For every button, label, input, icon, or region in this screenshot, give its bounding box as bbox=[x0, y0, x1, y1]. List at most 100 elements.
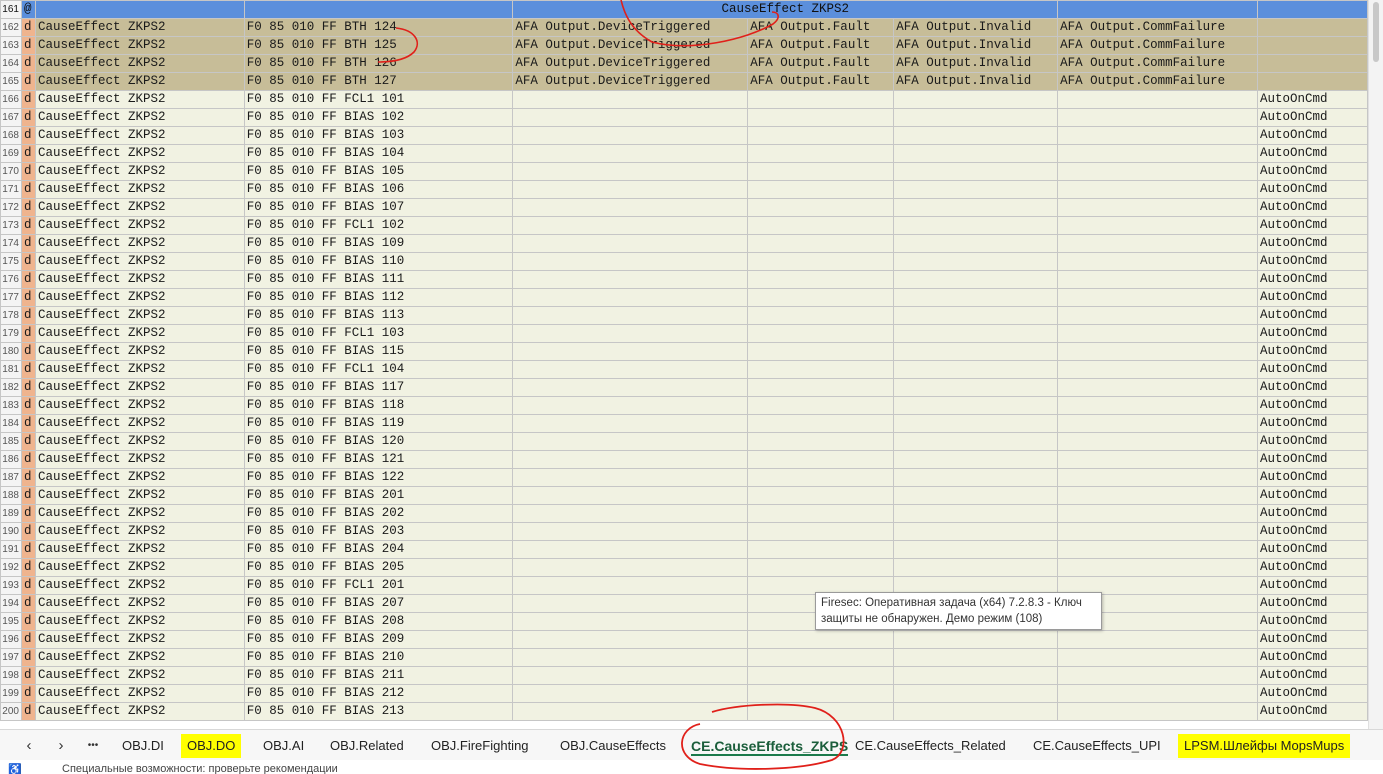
group-cell[interactable]: CauseEffect ZKPS2 bbox=[34, 648, 245, 667]
cell[interactable] bbox=[747, 126, 895, 145]
table-row[interactable]: 183 d CauseEffect ZKPS2 F0 85 010 FF BIAS 1… bbox=[0, 396, 1368, 415]
vertical-scrollbar[interactable] bbox=[1368, 0, 1383, 729]
cell[interactable] bbox=[1057, 108, 1259, 127]
flag-cell[interactable]: d bbox=[20, 432, 36, 451]
table-row[interactable]: 178 d CauseEffect ZKPS2 F0 85 010 FF BIAS 1… bbox=[0, 306, 1368, 325]
row-number[interactable]: 172 bbox=[0, 198, 22, 217]
group-cell[interactable]: CauseEffect ZKPS2 bbox=[34, 702, 245, 721]
flag-cell[interactable]: d bbox=[20, 72, 36, 91]
group-cell[interactable]: CauseEffect ZKPS2 bbox=[34, 18, 245, 37]
cell[interactable] bbox=[512, 144, 749, 163]
cell[interactable] bbox=[893, 306, 1059, 325]
cell[interactable]: AutoOnCmd bbox=[1257, 432, 1368, 451]
cell[interactable] bbox=[512, 702, 749, 721]
row-number[interactable]: 161 bbox=[0, 0, 22, 19]
cell[interactable] bbox=[747, 306, 895, 325]
cell[interactable] bbox=[1057, 234, 1259, 253]
group-cell[interactable]: CauseEffect ZKPS2 bbox=[34, 54, 245, 73]
device-cell[interactable]: F0 85 010 FF FCL1 102 bbox=[243, 216, 514, 235]
flag-cell[interactable]: d bbox=[20, 306, 36, 325]
cell[interactable]: AutoOnCmd bbox=[1257, 504, 1368, 523]
group-cell[interactable]: CauseEffect ZKPS2 bbox=[34, 522, 245, 541]
flag-cell[interactable]: d bbox=[20, 378, 36, 397]
cell[interactable] bbox=[747, 216, 895, 235]
tab-obj-ai[interactable]: OBJ.AI bbox=[257, 734, 310, 758]
cell[interactable]: AFA Output.DeviceTriggered bbox=[512, 54, 749, 73]
cell[interactable] bbox=[512, 468, 749, 487]
cell[interactable] bbox=[512, 216, 749, 235]
cell[interactable] bbox=[1057, 504, 1259, 523]
cell[interactable] bbox=[747, 450, 895, 469]
cell[interactable]: AutoOnCmd bbox=[1257, 378, 1368, 397]
cell[interactable] bbox=[893, 684, 1059, 703]
cell[interactable] bbox=[747, 558, 895, 577]
flag-cell[interactable]: d bbox=[20, 108, 36, 127]
cell[interactable]: AutoOnCmd bbox=[1257, 594, 1368, 613]
cell[interactable] bbox=[1057, 540, 1259, 559]
device-cell[interactable]: F0 85 010 FF FCL1 201 bbox=[243, 576, 514, 595]
device-cell[interactable]: F0 85 010 FF BIAS 118 bbox=[243, 396, 514, 415]
cell[interactable] bbox=[512, 162, 749, 181]
cell[interactable] bbox=[747, 666, 895, 685]
cell[interactable]: AutoOnCmd bbox=[1257, 396, 1368, 415]
cell[interactable]: AutoOnCmd bbox=[1257, 216, 1368, 235]
device-cell[interactable]: F0 85 010 FF BTH 124 bbox=[243, 18, 514, 37]
table-row[interactable]: 164 d CauseEffect ZKPS2 F0 85 010 FF BTH 12… bbox=[0, 54, 1368, 73]
cell[interactable]: AutoOnCmd bbox=[1257, 450, 1368, 469]
cell[interactable] bbox=[747, 468, 895, 487]
cell[interactable] bbox=[1057, 324, 1259, 343]
tab-obj-related[interactable]: OBJ.Related bbox=[324, 734, 410, 758]
table-row[interactable]: 187 d CauseEffect ZKPS2 F0 85 010 FF BIAS 1… bbox=[0, 468, 1368, 487]
cell[interactable]: AutoOnCmd bbox=[1257, 342, 1368, 361]
device-cell[interactable]: F0 85 010 FF BIAS 113 bbox=[243, 306, 514, 325]
cell[interactable] bbox=[1057, 666, 1259, 685]
cell[interactable] bbox=[747, 414, 895, 433]
flag-cell[interactable]: d bbox=[20, 576, 36, 595]
row-number[interactable]: 181 bbox=[0, 360, 22, 379]
flag-cell[interactable]: d bbox=[20, 252, 36, 271]
table-row[interactable]: 184 d CauseEffect ZKPS2 F0 85 010 FF BIAS 1… bbox=[0, 414, 1368, 433]
cell[interactable] bbox=[34, 0, 245, 19]
cell[interactable]: AutoOnCmd bbox=[1257, 666, 1368, 685]
row-number[interactable]: 168 bbox=[0, 126, 22, 145]
group-cell[interactable]: CauseEffect ZKPS2 bbox=[34, 288, 245, 307]
group-cell[interactable]: CauseEffect ZKPS2 bbox=[34, 162, 245, 181]
cell[interactable]: AFA Output.DeviceTriggered bbox=[512, 36, 749, 55]
cell[interactable] bbox=[512, 378, 749, 397]
flag-cell[interactable]: d bbox=[20, 522, 36, 541]
table-row[interactable]: 176 d CauseEffect ZKPS2 F0 85 010 FF BIAS 1… bbox=[0, 270, 1368, 289]
cell[interactable] bbox=[747, 252, 895, 271]
cell[interactable] bbox=[1057, 396, 1259, 415]
cell[interactable] bbox=[512, 558, 749, 577]
cell[interactable] bbox=[1057, 522, 1259, 541]
accessibility-icon[interactable]: ♿ bbox=[8, 763, 22, 774]
cell[interactable] bbox=[893, 108, 1059, 127]
table-row[interactable]: 163 d CauseEffect ZKPS2 F0 85 010 FF BTH 12… bbox=[0, 36, 1368, 55]
table-row[interactable]: 169 d CauseEffect ZKPS2 F0 85 010 FF BIAS 1… bbox=[0, 144, 1368, 163]
device-cell[interactable]: F0 85 010 FF BIAS 120 bbox=[243, 432, 514, 451]
cell[interactable]: AutoOnCmd bbox=[1257, 684, 1368, 703]
device-cell[interactable]: F0 85 010 FF BIAS 102 bbox=[243, 108, 514, 127]
table-row[interactable]: 165 d CauseEffect ZKPS2 F0 85 010 FF BTH 12… bbox=[0, 72, 1368, 91]
cell[interactable] bbox=[747, 486, 895, 505]
cell[interactable] bbox=[747, 180, 895, 199]
table-row[interactable]: 171 d CauseEffect ZKPS2 F0 85 010 FF BIAS 1… bbox=[0, 180, 1368, 199]
cell[interactable] bbox=[512, 342, 749, 361]
device-cell[interactable]: F0 85 010 FF FCL1 101 bbox=[243, 90, 514, 109]
table-row[interactable]: 190 d CauseEffect ZKPS2 F0 85 010 FF BIAS 2… bbox=[0, 522, 1368, 541]
device-cell[interactable]: F0 85 010 FF BIAS 106 bbox=[243, 180, 514, 199]
cell[interactable] bbox=[512, 252, 749, 271]
table-row[interactable]: 179 d CauseEffect ZKPS2 F0 85 010 FF FCL1 1… bbox=[0, 324, 1368, 343]
flag-cell[interactable]: d bbox=[20, 198, 36, 217]
flag-cell[interactable]: d bbox=[20, 648, 36, 667]
group-cell[interactable]: CauseEffect ZKPS2 bbox=[34, 360, 245, 379]
table-row[interactable]: 188 d CauseEffect ZKPS2 F0 85 010 FF BIAS 2… bbox=[0, 486, 1368, 505]
group-cell[interactable]: CauseEffect ZKPS2 bbox=[34, 270, 245, 289]
row-number[interactable]: 182 bbox=[0, 378, 22, 397]
cell[interactable] bbox=[747, 270, 895, 289]
cell[interactable] bbox=[512, 576, 749, 595]
device-cell[interactable]: F0 85 010 FF BIAS 212 bbox=[243, 684, 514, 703]
group-cell[interactable]: CauseEffect ZKPS2 bbox=[34, 504, 245, 523]
table-row[interactable]: 180 d CauseEffect ZKPS2 F0 85 010 FF BIAS 1… bbox=[0, 342, 1368, 361]
cell[interactable] bbox=[747, 648, 895, 667]
